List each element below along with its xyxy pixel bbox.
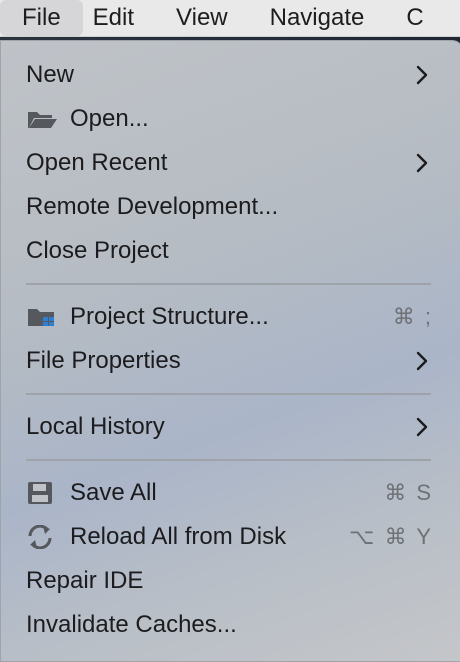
menu-item-repair-ide[interactable]: Repair IDE xyxy=(1,559,460,603)
menu-item-invalidate-caches[interactable]: Invalidate Caches... xyxy=(1,603,460,647)
project-structure-icon xyxy=(28,309,54,326)
menubar-code[interactable]: C xyxy=(402,0,427,36)
menu-item-label: Open... xyxy=(70,105,149,132)
menu-item-project-structure[interactable]: Project Structure... ⌘ ; xyxy=(1,295,460,339)
file-menu: New Open... Open Recent Remote Developme… xyxy=(0,40,460,662)
menu-item-label: Invalidate Caches... xyxy=(26,611,237,638)
menu-item-label: Save All xyxy=(70,479,157,506)
menu-item-label: Close Project xyxy=(26,237,169,264)
menu-item-label: Remote Development... xyxy=(26,193,279,220)
menu-bar: File Edit View Navigate C xyxy=(0,0,460,37)
menu-item-close-project[interactable]: Close Project xyxy=(1,229,460,273)
menubar-file[interactable]: File xyxy=(0,0,83,36)
menu-item-open-recent[interactable]: Open Recent xyxy=(1,141,460,185)
shortcut-label: ⌘ ; xyxy=(392,304,433,329)
save-icon xyxy=(28,482,52,504)
chevron-right-icon xyxy=(416,65,428,85)
folder-open-icon xyxy=(28,112,57,128)
chevron-right-icon xyxy=(416,417,428,437)
menu-item-label: Reload All from Disk xyxy=(70,523,287,550)
menu-item-local-history[interactable]: Local History xyxy=(1,405,460,449)
shortcut-label: ⌘ S xyxy=(384,480,433,505)
menu-item-open[interactable]: Open... xyxy=(1,97,460,141)
chevron-right-icon xyxy=(416,153,428,173)
menu-item-label: Repair IDE xyxy=(26,567,144,594)
menu-item-remote-development[interactable]: Remote Development... xyxy=(1,185,460,229)
reload-icon xyxy=(28,525,52,549)
menu-item-label: Open Recent xyxy=(26,149,168,176)
menu-item-new[interactable]: New xyxy=(1,53,460,97)
chevron-right-icon xyxy=(416,351,428,371)
menu-separator xyxy=(26,283,431,285)
menu-item-label: Local History xyxy=(26,413,165,440)
menubar-view[interactable]: View xyxy=(172,0,232,36)
menubar-edit[interactable]: Edit xyxy=(89,0,138,36)
menu-item-label: New xyxy=(26,61,75,88)
menu-item-label: Project Structure... xyxy=(70,303,269,330)
shortcut-label: ⌥ ⌘ Y xyxy=(349,524,433,549)
menu-separator xyxy=(26,459,431,461)
menu-item-label: File Properties xyxy=(26,347,181,374)
menu-item-reload-all[interactable]: Reload All from Disk ⌥ ⌘ Y xyxy=(1,515,460,559)
menu-separator xyxy=(26,393,431,395)
menu-item-file-properties[interactable]: File Properties xyxy=(1,339,460,383)
menubar-navigate[interactable]: Navigate xyxy=(266,0,369,36)
menu-item-save-all[interactable]: Save All ⌘ S xyxy=(1,471,460,515)
